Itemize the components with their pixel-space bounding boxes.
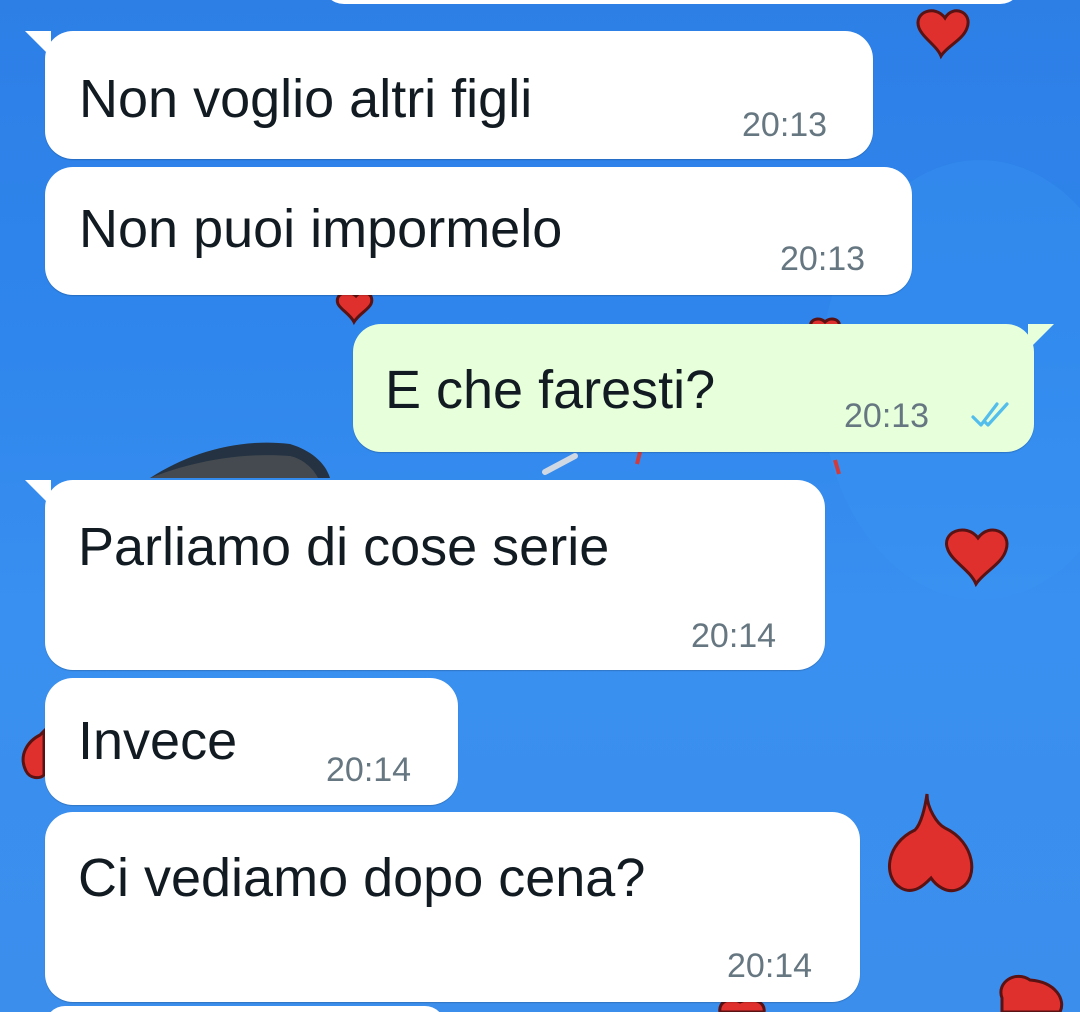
message-text: Parliamo di cose serie bbox=[78, 517, 610, 577]
previous-message-bubble[interactable] bbox=[322, 0, 1022, 4]
message-bubble-outgoing[interactable]: E che faresti? 20:13 bbox=[353, 324, 1054, 452]
message-bubble-incoming[interactable]: Non puoi impormelo 20:13 bbox=[45, 167, 912, 295]
bubble-tail bbox=[25, 31, 51, 57]
message-timestamp: 20:13 bbox=[742, 106, 828, 144]
next-message-bubble[interactable] bbox=[45, 1006, 445, 1012]
message-text: Non voglio altri figli bbox=[79, 69, 533, 129]
message-timestamp: 20:13 bbox=[780, 240, 866, 278]
double-check-read-icon bbox=[971, 402, 1009, 427]
message-bubble-incoming[interactable]: Ci vediamo dopo cena? 20:14 bbox=[45, 812, 860, 1002]
message-bubble-incoming[interactable]: Parliamo di cose serie 20:14 bbox=[25, 480, 825, 670]
bubble-tail bbox=[25, 480, 51, 506]
message-timestamp: 20:13 bbox=[844, 397, 930, 435]
message-timestamp: 20:14 bbox=[691, 617, 777, 655]
bubble-tail bbox=[1028, 324, 1054, 350]
message-text: Invece bbox=[78, 711, 238, 771]
message-timestamp: 20:14 bbox=[326, 751, 412, 789]
message-bubble-incoming[interactable]: Non voglio altri figli 20:13 bbox=[25, 31, 873, 159]
message-bubble-incoming[interactable]: Invece 20:14 bbox=[45, 678, 458, 805]
message-text: Ci vediamo dopo cena? bbox=[78, 848, 646, 908]
message-timestamp: 20:14 bbox=[727, 947, 813, 985]
message-text: Non puoi impormelo bbox=[79, 199, 563, 259]
chat-area[interactable]: Non voglio altri figli 20:13 Non puoi im… bbox=[0, 0, 1080, 1012]
message-text: E che faresti? bbox=[385, 360, 716, 420]
